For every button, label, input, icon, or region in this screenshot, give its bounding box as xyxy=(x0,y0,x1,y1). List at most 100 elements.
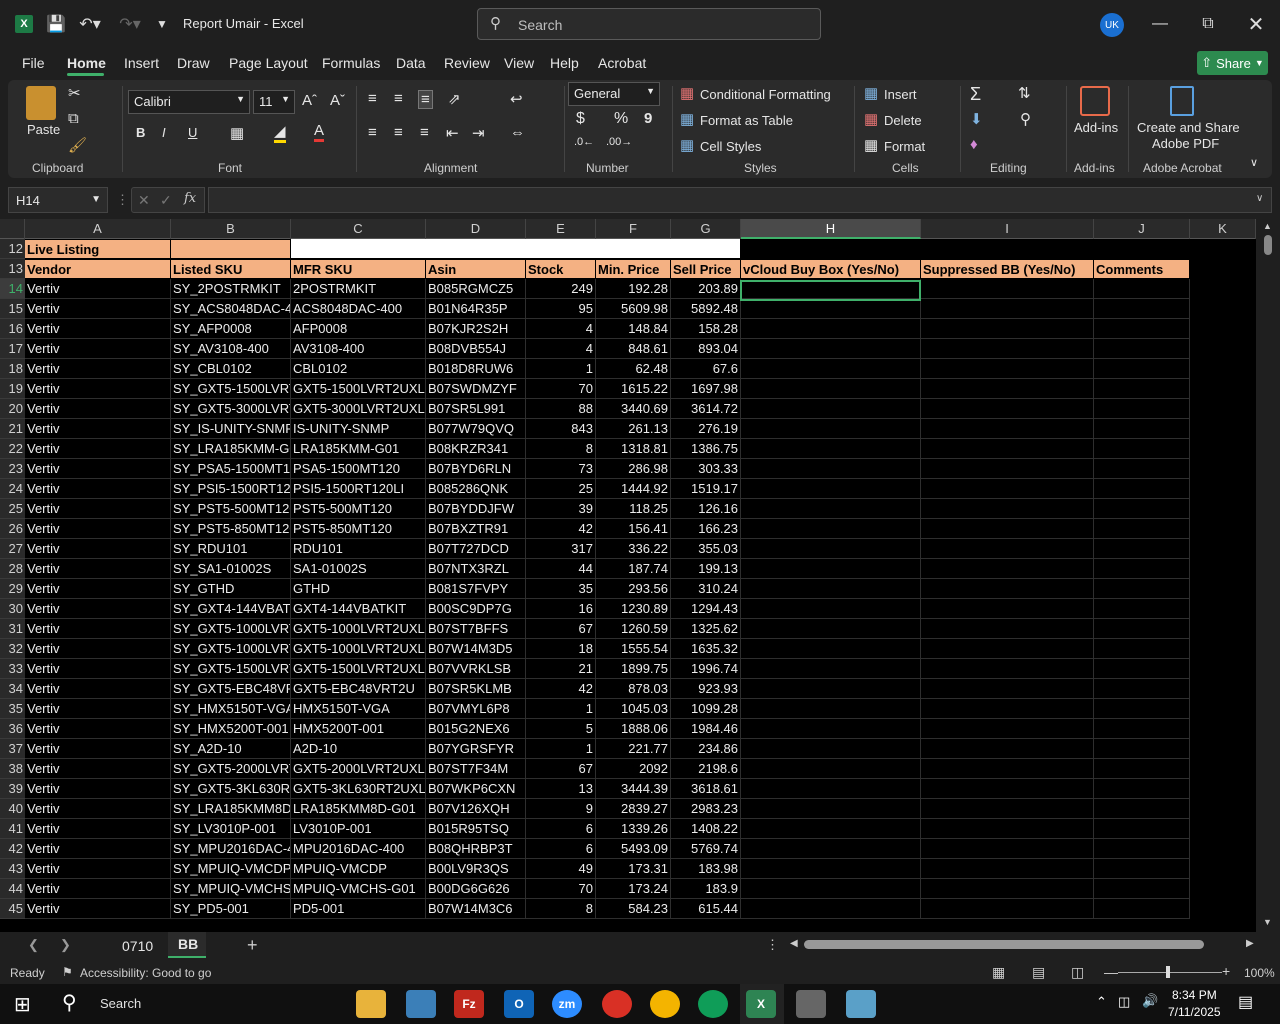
table-cell[interactable] xyxy=(1094,419,1190,439)
borders-icon[interactable]: ▦ xyxy=(230,124,244,142)
scroll-right-icon[interactable]: ▶ xyxy=(1246,938,1254,949)
row-header[interactable]: 23 xyxy=(0,459,25,479)
table-cell[interactable]: SY_PSA5-1500MT120 xyxy=(171,459,291,479)
zoom-slider[interactable] xyxy=(1118,972,1222,973)
table-cell[interactable]: GXT5-EBC48VRT2U xyxy=(291,679,426,699)
table-cell[interactable] xyxy=(921,699,1094,719)
network-icon[interactable]: ◫ xyxy=(1118,994,1130,1010)
table-cell[interactable]: Vertiv xyxy=(25,439,171,459)
table-cell[interactable] xyxy=(921,339,1094,359)
table-cell[interactable] xyxy=(741,899,921,919)
create-pdf-icon[interactable] xyxy=(1170,86,1194,116)
table-cell[interactable] xyxy=(921,579,1094,599)
table-cell[interactable]: B00DG6G626 xyxy=(426,879,526,899)
table-cell[interactable] xyxy=(741,679,921,699)
page-break-view-icon[interactable]: ◫ xyxy=(1071,964,1084,981)
table-cell[interactable]: 336.22 xyxy=(596,539,671,559)
table-cell[interactable]: GXT5-1000LVRT2UXL xyxy=(291,619,426,639)
table-cell[interactable]: PSI5-1500RT120LI xyxy=(291,479,426,499)
table-cell[interactable]: 8 xyxy=(526,899,596,919)
table-cell[interactable]: 148.84 xyxy=(596,319,671,339)
table-cell[interactable]: B07VMYL6P8 xyxy=(426,699,526,719)
table-cell[interactable]: B07SR5L991 xyxy=(426,399,526,419)
table-cell[interactable]: 843 xyxy=(526,419,596,439)
table-cell[interactable] xyxy=(1094,659,1190,679)
table-cell[interactable]: 1 xyxy=(526,359,596,379)
table-cell[interactable]: 3444.39 xyxy=(596,779,671,799)
table-cell[interactable]: SY_PST5-500MT120 xyxy=(171,499,291,519)
table-cell[interactable] xyxy=(741,479,921,499)
avatar[interactable]: UK xyxy=(1100,13,1124,37)
table-cell[interactable]: B07SR5KLMB xyxy=(426,679,526,699)
table-cell[interactable]: SY_AFP0008 xyxy=(171,319,291,339)
table-cell[interactable]: B07V126XQH xyxy=(426,799,526,819)
table-cell[interactable]: 6 xyxy=(526,819,596,839)
table-cell[interactable] xyxy=(921,379,1094,399)
table-cell[interactable]: 355.03 xyxy=(671,539,741,559)
column-header-j[interactable]: J xyxy=(1094,219,1190,239)
table-cell[interactable]: B07ST7F34M xyxy=(426,759,526,779)
number-format-select[interactable]: General ▼ xyxy=(568,82,660,106)
table-cell[interactable] xyxy=(1094,859,1190,879)
table-cell[interactable]: 5493.09 xyxy=(596,839,671,859)
table-cell[interactable]: B081S7FVPY xyxy=(426,579,526,599)
row-header[interactable]: 28 xyxy=(0,559,25,579)
zoom-in-icon[interactable]: + xyxy=(1222,963,1230,979)
row-header[interactable]: 36 xyxy=(0,719,25,739)
table-cell[interactable]: 923.93 xyxy=(671,679,741,699)
table-cell[interactable]: 183.9 xyxy=(671,879,741,899)
table-cell[interactable] xyxy=(921,759,1094,779)
table-cell[interactable]: RDU101 xyxy=(291,539,426,559)
align-top-icon[interactable]: ≡ xyxy=(368,90,377,107)
row-header[interactable]: 12 xyxy=(0,239,25,259)
table-cell[interactable]: GXT5-1500LVRT2UXL xyxy=(291,379,426,399)
italic-button[interactable]: I xyxy=(162,125,166,140)
table-cell[interactable] xyxy=(921,499,1094,519)
table-cell[interactable] xyxy=(1094,579,1190,599)
header-cell[interactable]: Suppressed BB (Yes/No) xyxy=(921,259,1094,279)
increase-indent-icon[interactable]: ⇥ xyxy=(472,124,485,142)
undo-icon[interactable]: ↶▾ xyxy=(74,12,106,36)
table-cell[interactable]: B07YGRSFYR xyxy=(426,739,526,759)
table-cell[interactable] xyxy=(1094,779,1190,799)
table-cell[interactable] xyxy=(741,519,921,539)
table-cell[interactable] xyxy=(741,439,921,459)
calculator-icon[interactable] xyxy=(796,990,826,1018)
table-cell[interactable]: Vertiv xyxy=(25,299,171,319)
wrap-text-icon[interactable]: ↩ xyxy=(510,90,523,108)
table-cell[interactable]: SY_PSI5-1500RT120LI xyxy=(171,479,291,499)
table-cell[interactable]: 18 xyxy=(526,639,596,659)
tab-view[interactable]: View xyxy=(504,55,534,71)
table-cell[interactable] xyxy=(741,459,921,479)
table-cell[interactable]: 183.98 xyxy=(671,859,741,879)
table-cell[interactable] xyxy=(1094,799,1190,819)
column-header-b[interactable]: B xyxy=(171,219,291,239)
table-cell[interactable]: 3618.61 xyxy=(671,779,741,799)
table-cell[interactable]: Vertiv xyxy=(25,479,171,499)
table-cell[interactable]: 1888.06 xyxy=(596,719,671,739)
insert-cells-button[interactable]: Insert xyxy=(884,87,917,102)
select-all-corner[interactable] xyxy=(0,219,25,239)
normal-view-icon[interactable]: ▦ xyxy=(992,964,1005,981)
table-cell[interactable]: Vertiv xyxy=(25,539,171,559)
table-cell[interactable]: Vertiv xyxy=(25,799,171,819)
table-cell[interactable] xyxy=(1094,379,1190,399)
decrease-decimal-icon[interactable]: .00→ xyxy=(606,136,632,148)
table-cell[interactable]: B07KJR2S2H xyxy=(426,319,526,339)
row-header[interactable]: 26 xyxy=(0,519,25,539)
table-cell[interactable]: GXT4-144VBATKIT xyxy=(291,599,426,619)
chrome-icon[interactable] xyxy=(602,990,632,1018)
table-cell[interactable]: 5769.74 xyxy=(671,839,741,859)
table-cell[interactable] xyxy=(741,339,921,359)
table-cell[interactable]: 3440.69 xyxy=(596,399,671,419)
table-cell[interactable] xyxy=(741,859,921,879)
table-cell[interactable] xyxy=(741,719,921,739)
table-cell[interactable] xyxy=(921,539,1094,559)
table-cell[interactable]: LRA185KMM8D-G01 xyxy=(291,799,426,819)
table-cell[interactable]: Vertiv xyxy=(25,499,171,519)
app-icon-2[interactable] xyxy=(846,990,876,1018)
find-select-icon[interactable]: ⚲ xyxy=(1020,110,1031,128)
add-ins-button[interactable]: Add-ins xyxy=(1074,120,1118,135)
table-cell[interactable]: 13 xyxy=(526,779,596,799)
table-cell[interactable]: 1408.22 xyxy=(671,819,741,839)
